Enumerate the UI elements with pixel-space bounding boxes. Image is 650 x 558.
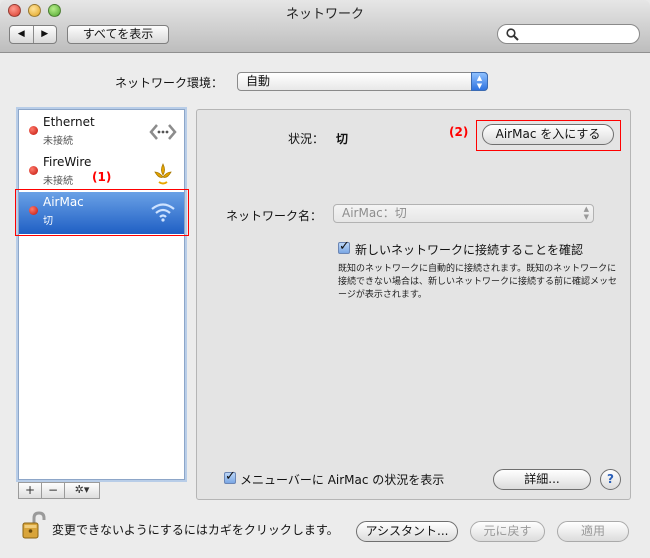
- advanced-button[interactable]: 詳細...: [493, 469, 591, 490]
- service-list: Ethernet 未接続 FireWire 未接続 AirMac 切: [18, 109, 185, 480]
- service-item-airmac[interactable]: AirMac 切: [19, 192, 184, 234]
- service-item-ethernet[interactable]: Ethernet 未接続: [19, 112, 184, 152]
- firewire-icon: [154, 163, 172, 185]
- lock-instruction-text: 変更できないようにするにはカギをクリックします。: [52, 523, 339, 537]
- wifi-icon: [151, 203, 175, 222]
- back-forward-control: ◀ ▶: [9, 25, 57, 44]
- confirm-new-networks-checkbox[interactable]: [338, 239, 350, 254]
- forward-button[interactable]: ▶: [34, 26, 57, 43]
- network-name-label: ネットワーク名：: [226, 209, 323, 223]
- action-menu-button[interactable]: ✲▾: [64, 482, 100, 499]
- service-list-toolbar: + − ✲▾: [18, 482, 185, 500]
- service-detail-panel: [196, 109, 631, 500]
- help-button[interactable]: ?: [600, 469, 621, 490]
- status-off-icon: [29, 126, 38, 135]
- assistant-button[interactable]: アシスタント...: [356, 521, 458, 542]
- show-all-button[interactable]: すべてを表示: [67, 25, 169, 44]
- service-name: FireWire: [43, 155, 92, 169]
- lock-icon[interactable]: [22, 511, 46, 541]
- window-title: ネットワーク: [285, 7, 364, 22]
- show-status-in-menubar-label: メニューバーに AirMac の状況を表示: [240, 473, 445, 487]
- search-icon: [506, 28, 519, 41]
- search-field[interactable]: [497, 24, 640, 44]
- network-name-value: AirMac：切: [342, 206, 407, 220]
- confirm-new-networks-description: 既知のネットワークに自動的に接続されます。既知のネットワークに接続できない場合は…: [338, 264, 618, 300]
- turn-airmac-on-button[interactable]: AirMac を入にする: [482, 124, 614, 145]
- network-name-popup[interactable]: AirMac：切 ▲ ▼: [333, 204, 594, 223]
- service-status: 未接続: [43, 176, 73, 187]
- service-status: 未接続: [43, 136, 73, 147]
- status-value: 切: [336, 132, 349, 146]
- apply-button[interactable]: 適用: [557, 521, 629, 542]
- remove-service-button[interactable]: −: [41, 482, 65, 499]
- back-button[interactable]: ◀: [10, 26, 34, 43]
- popup-arrows-icon: ▲ ▼: [583, 205, 589, 221]
- title-bar: ネットワーク ◀ ▶ すべてを表示: [0, 0, 650, 53]
- location-value: 自動: [246, 74, 271, 88]
- ethernet-icon: [149, 124, 177, 140]
- location-popup[interactable]: 自動 ▲ ▼: [237, 72, 488, 91]
- show-status-in-menubar-checkbox[interactable]: [224, 469, 236, 484]
- status-label: 状況：: [288, 132, 325, 146]
- add-service-button[interactable]: +: [18, 482, 42, 499]
- annotation-label-1: (1): [92, 170, 112, 184]
- annotation-label-2: (2): [449, 125, 469, 139]
- popup-arrows-icon: ▲ ▼: [471, 72, 488, 91]
- service-name: AirMac: [43, 195, 84, 209]
- revert-button[interactable]: 元に戻す: [470, 521, 545, 542]
- status-off-icon: [29, 206, 38, 215]
- location-label: ネットワーク環境：: [115, 76, 224, 90]
- network-preferences-window: ネットワーク ◀ ▶ すべてを表示 ネットワーク環境： 自動 ▲ ▼ Ethern…: [0, 0, 650, 558]
- confirm-new-networks-label: 新しいネットワークに接続することを確認: [355, 243, 584, 257]
- status-off-icon: [29, 166, 38, 175]
- service-name: Ethernet: [43, 115, 95, 129]
- service-status: 切: [43, 216, 53, 227]
